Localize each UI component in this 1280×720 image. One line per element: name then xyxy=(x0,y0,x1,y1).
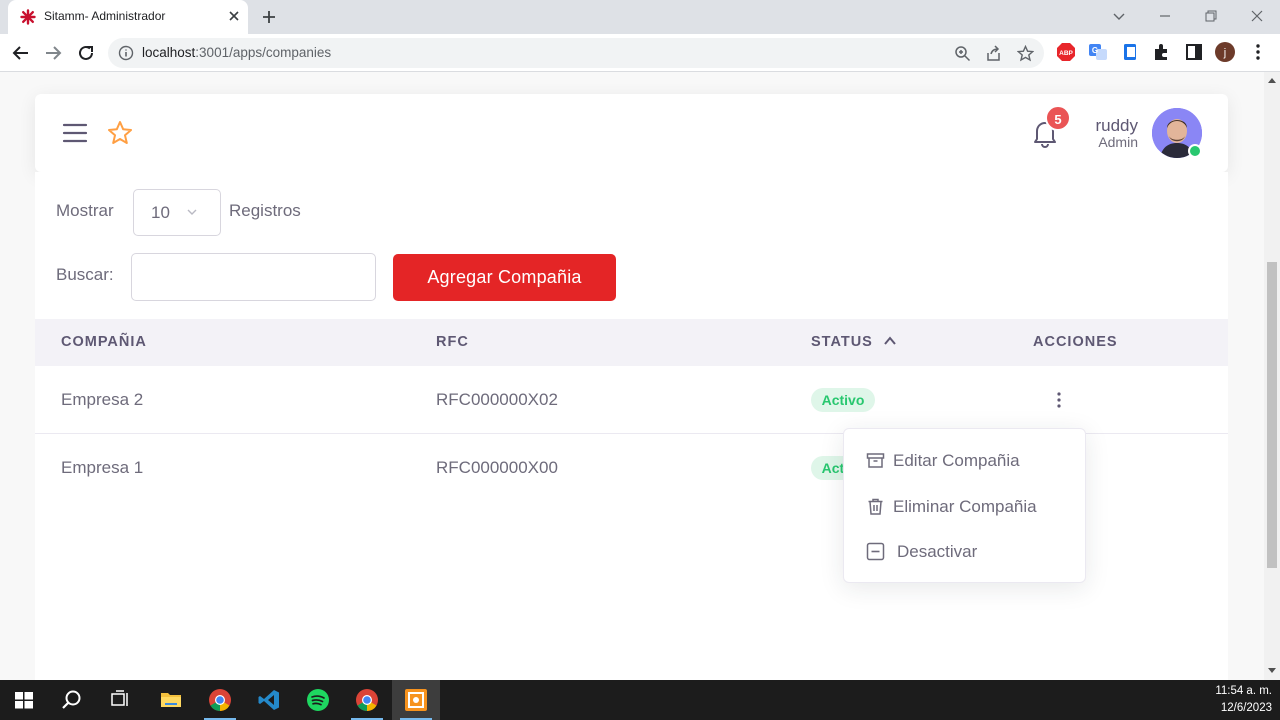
file-explorer-button[interactable] xyxy=(147,680,195,720)
start-button[interactable] xyxy=(0,680,48,720)
close-window-icon[interactable] xyxy=(1247,6,1267,26)
trash-icon xyxy=(868,498,883,515)
browser-tab-strip: Sitamm- Administrador xyxy=(0,0,1280,34)
records-label: Registros xyxy=(229,201,301,220)
taskbar-clock[interactable]: 11:54 a. m. 12/6/2023 xyxy=(1215,683,1272,717)
browser-menu-icon[interactable] xyxy=(1248,42,1268,62)
menu-item-label: Editar Compañia xyxy=(893,451,1020,470)
column-header-rfc[interactable]: RFC xyxy=(436,334,469,350)
hamburger-menu-icon[interactable] xyxy=(62,122,88,144)
menu-item-label: Desactivar xyxy=(897,542,978,561)
browser-tab[interactable]: Sitamm- Administrador xyxy=(8,0,248,34)
address-bar[interactable]: localhost:3001/apps/companies xyxy=(108,38,1044,68)
close-tab-icon[interactable] xyxy=(226,8,242,24)
search-input[interactable] xyxy=(131,253,376,301)
clock-date: 12/6/2023 xyxy=(1220,702,1272,714)
rfc-cell: RFC000000X00 xyxy=(436,458,558,477)
vscode-taskbar-button[interactable] xyxy=(245,680,293,720)
extensions-puzzle-icon[interactable] xyxy=(1152,42,1172,62)
reload-icon[interactable] xyxy=(75,42,97,64)
minimize-icon[interactable] xyxy=(1155,6,1175,26)
page-viewport: 5 ruddy Admin Mostrar 10 Registros Busca… xyxy=(0,72,1264,680)
rfc-cell: RFC000000X02 xyxy=(436,390,558,409)
restore-icon[interactable] xyxy=(1201,6,1221,26)
svg-text:G: G xyxy=(1092,46,1098,55)
page-scrollbar[interactable] xyxy=(1264,72,1280,680)
translate-extension-icon[interactable]: G xyxy=(1088,42,1108,62)
chrome-taskbar-button[interactable] xyxy=(196,680,244,720)
windows-logo-icon xyxy=(15,692,33,709)
page-size-select[interactable]: 10 xyxy=(133,189,221,236)
tab-search-icon[interactable] xyxy=(1109,6,1129,26)
adblock-extension-icon[interactable]: ABP xyxy=(1056,42,1076,62)
forward-icon[interactable] xyxy=(42,42,64,64)
app-header: 5 ruddy Admin xyxy=(35,94,1228,172)
share-icon[interactable] xyxy=(985,45,1002,62)
column-header-actions: ACCIONES xyxy=(1033,334,1118,350)
tab-title: Sitamm- Administrador xyxy=(44,9,166,23)
column-header-status[interactable]: STATUS xyxy=(811,334,873,350)
table-row: Empresa 2 RFC000000X02 Activo xyxy=(35,366,1228,434)
spotify-icon xyxy=(307,689,329,711)
chrome-icon xyxy=(209,689,231,711)
company-cell: Empresa 1 xyxy=(61,458,144,477)
spotify-taskbar-button[interactable] xyxy=(294,680,342,720)
browser-toolbar: localhost:3001/apps/companies ABP G j xyxy=(0,34,1280,72)
url-text: localhost:3001/apps/companies xyxy=(142,45,332,60)
menu-item-label: Eliminar Compañia xyxy=(893,497,1037,516)
back-icon[interactable] xyxy=(10,42,32,64)
side-panel-icon[interactable] xyxy=(1184,42,1204,62)
column-header-company[interactable]: COMPAÑIA xyxy=(61,334,147,350)
task-view-icon xyxy=(111,690,128,706)
notification-count-badge: 5 xyxy=(1045,105,1071,131)
docs-extension-icon[interactable] xyxy=(1120,42,1140,62)
companies-card: Mostrar 10 Registros Buscar: Agregar Com… xyxy=(35,172,1228,680)
site-info-icon[interactable] xyxy=(118,45,134,61)
profile-avatar-icon[interactable]: j xyxy=(1215,42,1235,62)
user-name[interactable]: ruddy xyxy=(1095,116,1138,136)
clock-time: 11:54 a. m. xyxy=(1215,685,1272,697)
minus-square-icon xyxy=(866,542,885,561)
folder-icon xyxy=(161,693,181,707)
favorite-star-icon[interactable] xyxy=(107,120,133,146)
deactivate-menu-item[interactable]: Desactivar xyxy=(844,530,1087,574)
page-size-value: 10 xyxy=(151,203,170,222)
search-label: Buscar: xyxy=(56,265,114,284)
task-view-button[interactable] xyxy=(96,680,144,720)
sort-ascending-icon[interactable] xyxy=(883,334,897,348)
status-badge: Activo xyxy=(811,388,875,412)
show-label: Mostrar xyxy=(56,201,114,220)
online-status-dot xyxy=(1188,144,1202,158)
chrome-profile-taskbar-button[interactable] xyxy=(343,680,391,720)
bookmark-star-icon[interactable] xyxy=(1017,45,1034,62)
app-orange-icon xyxy=(405,689,427,711)
app-taskbar-button[interactable] xyxy=(392,680,440,720)
add-company-button[interactable]: Agregar Compañia xyxy=(393,254,616,301)
sitamm-favicon-icon xyxy=(20,9,36,25)
row-actions-dropdown: Editar Compañia Eliminar Compañia Desact… xyxy=(843,428,1086,583)
scroll-up-arrow-icon[interactable] xyxy=(1268,76,1276,84)
archive-icon xyxy=(866,453,885,468)
scrollbar-thumb[interactable] xyxy=(1267,262,1277,568)
company-cell: Empresa 2 xyxy=(61,390,144,409)
windows-taskbar: 11:54 a. m. 12/6/2023 xyxy=(0,680,1280,720)
delete-company-menu-item[interactable]: Eliminar Compañia xyxy=(844,485,1087,529)
svg-text:ABP: ABP xyxy=(1059,50,1073,57)
chevron-down-icon xyxy=(187,209,197,215)
user-role: Admin xyxy=(1098,134,1138,150)
zoom-icon[interactable] xyxy=(954,45,971,62)
chrome-icon xyxy=(356,689,378,711)
more-vertical-icon[interactable] xyxy=(1051,391,1067,409)
edit-company-menu-item[interactable]: Editar Compañia xyxy=(844,439,1087,483)
new-tab-icon[interactable] xyxy=(260,8,278,26)
search-taskbar-button[interactable] xyxy=(48,680,96,720)
vscode-icon xyxy=(258,690,279,710)
table-header: COMPAÑIA RFC STATUS ACCIONES xyxy=(35,319,1228,366)
search-icon xyxy=(62,690,81,709)
svg-text:j: j xyxy=(1223,47,1226,59)
scroll-down-arrow-icon[interactable] xyxy=(1268,667,1276,675)
